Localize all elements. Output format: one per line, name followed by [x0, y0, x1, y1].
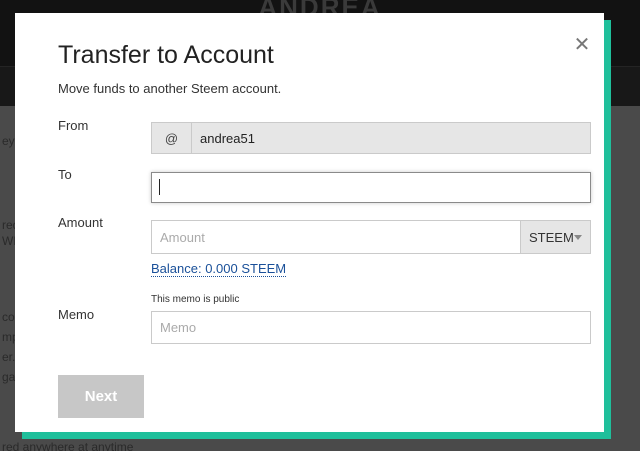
background-text: ga: [2, 370, 16, 384]
close-icon[interactable]: ✕: [570, 33, 594, 57]
memo-input[interactable]: [151, 311, 591, 344]
from-label: From: [58, 118, 89, 133]
memo-label: Memo: [58, 307, 95, 322]
asset-select[interactable]: STEEM: [520, 220, 591, 254]
from-field: @ andrea51: [151, 122, 591, 154]
amount-label: Amount: [58, 215, 103, 230]
background-text: co: [2, 310, 15, 324]
background-text: red anywhere at anytime: [2, 440, 134, 451]
modal-subtitle: Move funds to another Steem account.: [58, 81, 282, 96]
amount-input[interactable]: [151, 220, 521, 254]
modal-title: Transfer to Account: [58, 41, 274, 69]
to-input[interactable]: [151, 172, 591, 203]
text-caret: [159, 179, 160, 195]
to-label: To: [58, 167, 72, 182]
asset-select-value: STEEM: [529, 229, 574, 245]
balance-link[interactable]: Balance: 0.000 STEEM: [151, 261, 287, 277]
at-prefix: @: [152, 123, 192, 153]
next-button[interactable]: Next: [58, 375, 144, 418]
from-value: andrea51: [200, 130, 255, 146]
memo-hint: This memo is public: [151, 294, 240, 305]
background-text: er.: [2, 350, 16, 364]
transfer-modal: ✕ Transfer to Account Move funds to anot…: [15, 13, 604, 432]
chevron-down-icon: [574, 235, 582, 240]
